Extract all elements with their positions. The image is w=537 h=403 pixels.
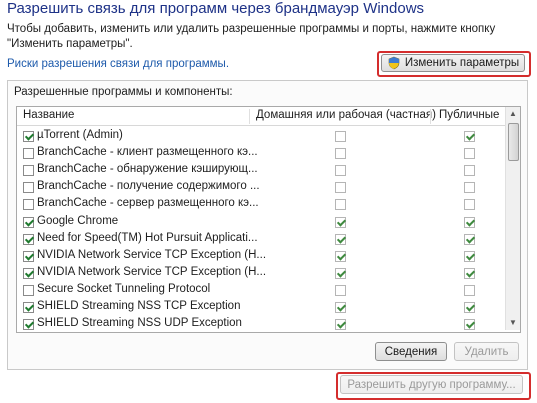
table-row[interactable]: BranchCache - получение содержимого ...	[17, 179, 505, 196]
row-enabled-checkbox[interactable]	[23, 284, 34, 296]
row-enabled-checkbox[interactable]	[23, 165, 34, 177]
row-public-checkbox[interactable]	[464, 165, 475, 177]
column-private[interactable]: Домашняя или рабочая (частная)	[256, 109, 436, 121]
row-public-checkbox[interactable]	[464, 319, 475, 331]
row-enabled-checkbox[interactable]	[23, 148, 34, 160]
table-row[interactable]: SHIELD Streaming NSS TCP Exception	[17, 299, 505, 316]
row-public-checkbox[interactable]	[464, 284, 475, 296]
scroll-up-arrow[interactable]: ▲	[506, 107, 520, 121]
row-name: NVIDIA Network Service TCP Exception (H.…	[37, 248, 267, 261]
table-row[interactable]: SHIELD Streaming NSS UDP Exception	[17, 316, 505, 332]
row-enabled-checkbox[interactable]	[23, 182, 34, 194]
row-name: µTorrent (Admin)	[37, 129, 123, 141]
page-title: Разрешить связь для программ через бранд…	[7, 0, 425, 17]
list-header: Название Домашняя или рабочая (частная) …	[17, 107, 505, 126]
row-public-checkbox[interactable]	[464, 267, 475, 279]
row-private-checkbox[interactable]	[335, 267, 346, 279]
table-row[interactable]: NVIDIA Network Service TCP Exception (H.…	[17, 248, 505, 265]
row-name: Need for Speed(TM) Hot Pursuit Applicati…	[37, 231, 258, 244]
row-public-checkbox[interactable]	[464, 216, 475, 228]
row-name: Google Chrome	[37, 214, 119, 227]
row-name: SHIELD Streaming NSS TCP Exception	[37, 300, 241, 312]
row-enabled-checkbox[interactable]	[23, 319, 34, 331]
table-row[interactable]: µTorrent (Admin)	[17, 128, 505, 145]
page-description: Чтобы добавить, изменить или удалить раз…	[7, 23, 496, 50]
row-private-checkbox[interactable]	[335, 131, 346, 142]
shield-icon	[387, 56, 401, 70]
row-enabled-checkbox[interactable]	[23, 233, 34, 245]
allow-another-label: Разрешить другую программу...	[347, 378, 516, 391]
table-row[interactable]: NVIDIA Network Service TCP Exception (H.…	[17, 265, 505, 282]
table-row[interactable]: BranchCache - обнаружение кэширующ...	[17, 162, 505, 179]
row-enabled-checkbox[interactable]	[23, 199, 34, 211]
row-name: NVIDIA Network Service TCP Exception (H.…	[37, 265, 267, 278]
row-name: BranchCache - клиент размещенного кэ...	[37, 146, 258, 159]
row-public-checkbox[interactable]	[464, 233, 475, 245]
table-row[interactable]: Need for Speed(TM) Hot Pursuit Applicati…	[17, 231, 505, 248]
allowed-programs-group: Разрешенные программы и компоненты: Назв…	[7, 80, 528, 370]
row-public-checkbox[interactable]	[464, 182, 475, 194]
table-row[interactable]: Google Chrome	[17, 214, 505, 231]
allow-another-program-button: Разрешить другую программу...	[340, 375, 523, 394]
row-private-checkbox[interactable]	[335, 233, 346, 245]
row-private-checkbox[interactable]	[335, 148, 346, 160]
scroll-down-arrow[interactable]: ▼	[506, 316, 520, 330]
row-private-checkbox[interactable]	[335, 319, 346, 331]
group-label: Разрешенные программы и компоненты:	[14, 86, 233, 98]
details-button-label: Сведения	[384, 345, 438, 358]
row-public-checkbox[interactable]	[464, 302, 475, 313]
row-name: Secure Socket Tunneling Protocol	[37, 282, 211, 295]
vertical-scrollbar[interactable]: ▲ ▼	[505, 107, 520, 330]
table-row[interactable]: Secure Socket Tunneling Protocol	[17, 282, 505, 299]
row-name: BranchCache - обнаружение кэширующ...	[37, 163, 258, 176]
row-public-checkbox[interactable]	[464, 148, 475, 160]
programs-list: Название Домашняя или рабочая (частная) …	[16, 106, 521, 333]
row-enabled-checkbox[interactable]	[23, 250, 34, 262]
row-name: SHIELD Streaming NSS UDP Exception	[37, 317, 242, 330]
details-button[interactable]: Сведения	[375, 342, 447, 361]
row-private-checkbox[interactable]	[335, 250, 346, 262]
remove-button-label: Удалить	[464, 345, 509, 358]
column-public[interactable]: Публичные	[439, 109, 499, 121]
row-private-checkbox[interactable]	[335, 302, 346, 313]
row-enabled-checkbox[interactable]	[23, 131, 34, 142]
row-public-checkbox[interactable]	[464, 131, 475, 142]
change-settings-label: Изменить параметры	[404, 57, 520, 69]
remove-button: Удалить	[454, 342, 519, 361]
row-private-checkbox[interactable]	[335, 165, 346, 177]
scroll-thumb[interactable]	[508, 123, 519, 161]
row-public-checkbox[interactable]	[464, 250, 475, 262]
row-name: BranchCache - получение содержимого ...	[37, 180, 260, 193]
column-name[interactable]: Название	[23, 109, 74, 121]
risks-link[interactable]: Риски разрешения связи для программы.	[7, 58, 229, 70]
change-settings-button[interactable]: Изменить параметры	[381, 54, 525, 72]
row-private-checkbox[interactable]	[335, 182, 346, 194]
row-name: BranchCache - сервер размещенного кэ...	[37, 197, 259, 210]
row-private-checkbox[interactable]	[335, 284, 346, 296]
row-enabled-checkbox[interactable]	[23, 302, 34, 313]
row-private-checkbox[interactable]	[335, 199, 346, 211]
table-row[interactable]: BranchCache - сервер размещенного кэ...	[17, 196, 505, 213]
row-enabled-checkbox[interactable]	[23, 216, 34, 228]
row-enabled-checkbox[interactable]	[23, 267, 34, 279]
row-private-checkbox[interactable]	[335, 216, 346, 228]
table-row[interactable]: BranchCache - клиент размещенного кэ...	[17, 145, 505, 162]
row-public-checkbox[interactable]	[464, 199, 475, 211]
